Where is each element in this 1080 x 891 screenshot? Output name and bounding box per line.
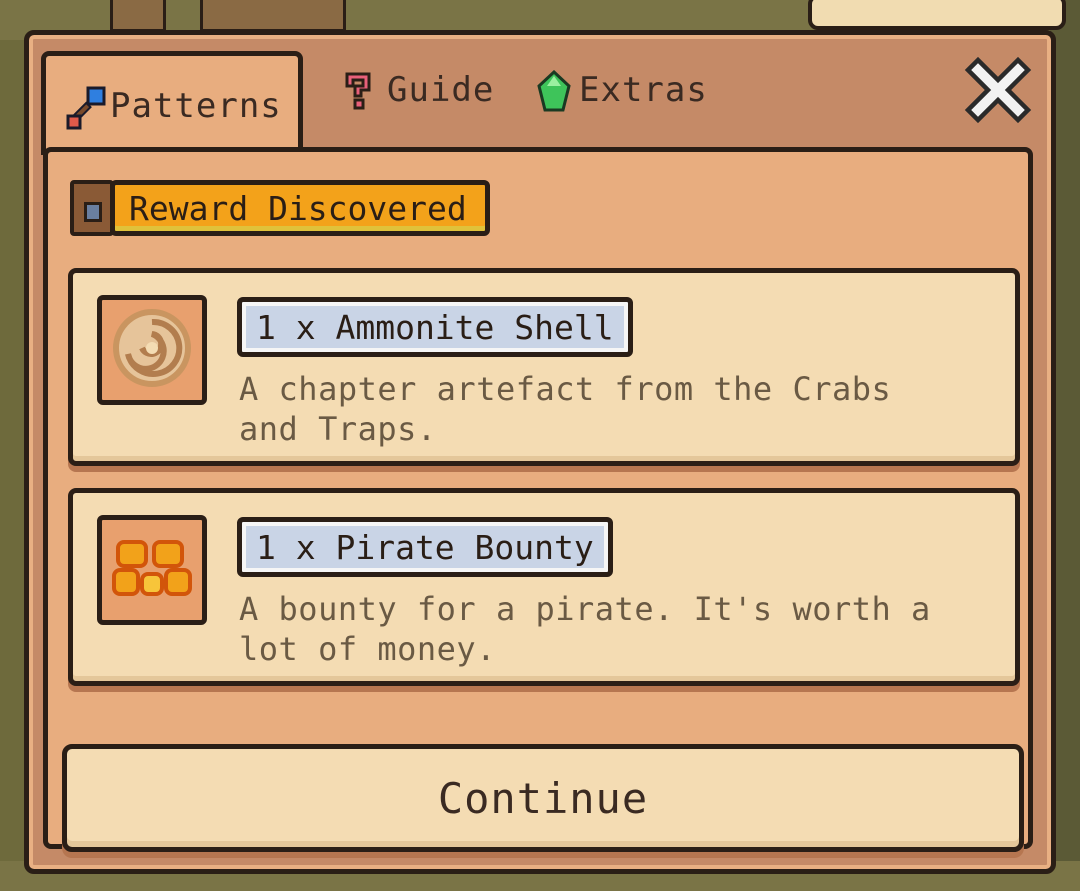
tab-patterns[interactable]: Patterns	[41, 51, 303, 155]
shovel-icon	[66, 86, 106, 130]
tab-label: Extras	[579, 70, 708, 110]
tab-guide[interactable]: Guide	[343, 55, 494, 125]
tab-label: Patterns	[110, 86, 282, 126]
ammonite-shell-icon	[110, 306, 194, 394]
treasure-chest-icon	[70, 180, 114, 236]
question-mark-icon	[343, 70, 377, 110]
reward-description: A chapter artefact from the Crabs and Tr…	[239, 370, 892, 448]
reward-icon-slot	[97, 295, 207, 405]
reward-item: 1 x Ammonite Shell A chapter artefact fr…	[68, 268, 1020, 466]
reward-discovered-badge: Reward Discovered	[70, 180, 490, 236]
green-gem-icon	[535, 69, 571, 112]
gold-coins-icon	[110, 526, 194, 614]
close-icon	[963, 55, 1033, 129]
continue-button[interactable]: Continue	[62, 744, 1024, 852]
badge-label: Reward Discovered	[110, 180, 490, 236]
reward-icon-slot	[97, 515, 207, 625]
tab-label: Guide	[387, 70, 495, 110]
background-tile	[200, 0, 346, 32]
reward-name: 1 x Pirate Bounty	[237, 517, 613, 577]
reward-item: 1 x Pirate Bounty A bounty for a pirate.…	[68, 488, 1020, 686]
reward-description: A bounty for a pirate. It's worth a lot …	[239, 590, 931, 668]
tab-bar: Patterns Guide Extras	[29, 35, 1051, 155]
reward-name: 1 x Ammonite Shell	[237, 297, 633, 357]
background-panel	[808, 0, 1066, 30]
reward-dialog: Patterns Guide Extras Reward Discovered …	[24, 30, 1056, 874]
close-button[interactable]	[963, 55, 1033, 129]
tab-extras[interactable]: Extras	[535, 55, 708, 125]
rewards-panel: Reward Discovered 1 x Ammonite Shell A c…	[43, 147, 1033, 852]
background-tile	[110, 0, 166, 32]
